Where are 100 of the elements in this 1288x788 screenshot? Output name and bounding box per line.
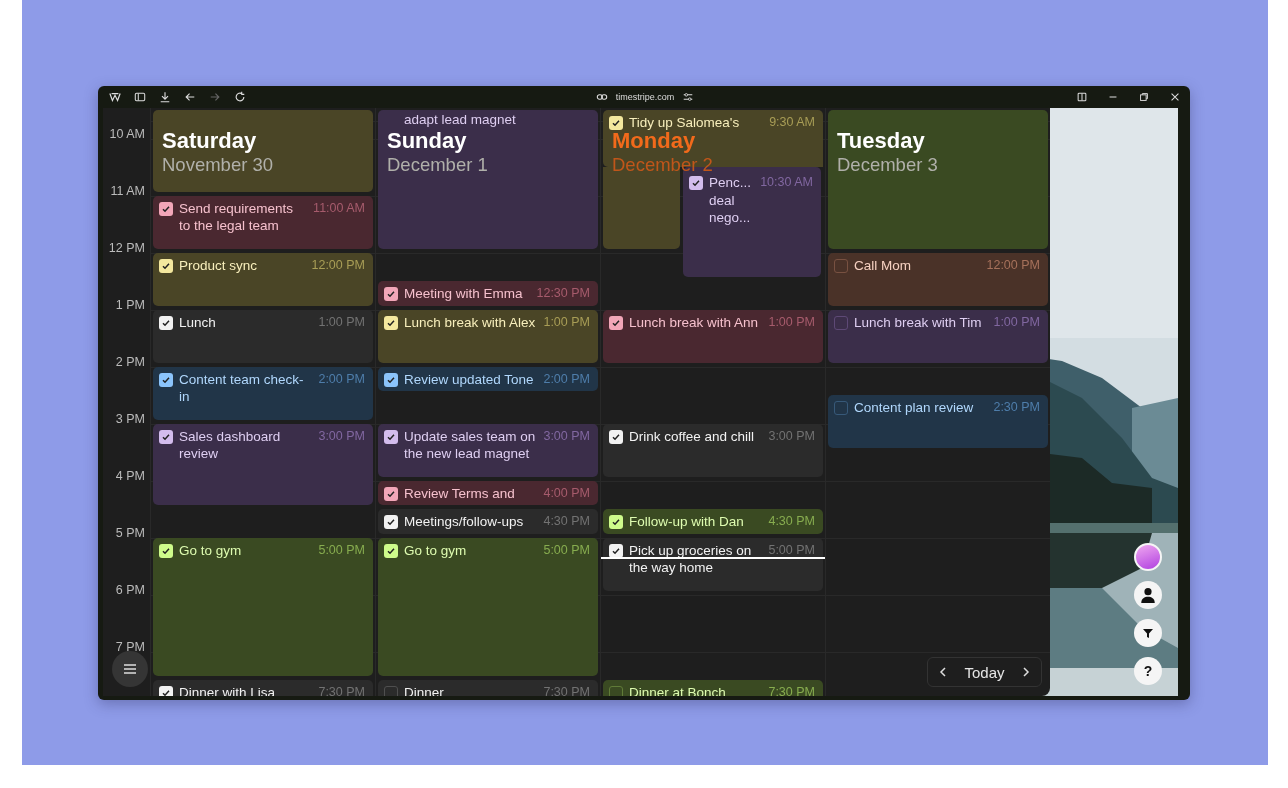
event-card[interactable]: Content plan review 2:30 PM xyxy=(828,395,1048,448)
checkbox[interactable] xyxy=(609,686,623,696)
checkmark-icon xyxy=(160,687,172,696)
url-text[interactable]: timestripe.com xyxy=(615,92,675,102)
checkbox[interactable] xyxy=(609,515,623,529)
checkbox[interactable] xyxy=(159,315,173,330)
event-card[interactable]: Product sync 12:00 PM xyxy=(153,252,373,306)
weekday-title: Tuesday xyxy=(837,128,925,154)
event-card[interactable]: Review updated Tone 2:00 PM xyxy=(378,366,598,391)
restore-icon[interactable] xyxy=(1138,91,1150,103)
event-title: Lunch break with Tim xyxy=(854,313,983,331)
hour-label: 7 PM xyxy=(114,639,146,656)
checkbox[interactable] xyxy=(384,543,398,558)
event-card[interactable] xyxy=(153,110,373,192)
filter-icon xyxy=(1142,627,1154,639)
event-card[interactable]: Update sales team on the new lead magnet 3:00 PM xyxy=(378,423,598,477)
event-card[interactable]: Lunch 1:00 PM xyxy=(153,309,373,363)
event-card[interactable]: Lunch break with Tim 1:00 PM xyxy=(828,309,1048,363)
event-title: Content plan review xyxy=(854,399,975,417)
checkbox[interactable] xyxy=(384,515,398,529)
checkbox[interactable] xyxy=(689,176,703,190)
checkbox[interactable] xyxy=(159,429,173,444)
checkbox[interactable] xyxy=(384,429,398,444)
event-time: 2:30 PM xyxy=(993,399,1040,416)
checkbox[interactable] xyxy=(159,258,173,273)
event-title: Sales dashboard review xyxy=(179,427,282,463)
checkbox[interactable] xyxy=(159,372,173,387)
checkbox[interactable] xyxy=(159,686,173,696)
today-button[interactable]: Today xyxy=(964,663,1005,681)
checkbox[interactable] xyxy=(384,315,398,330)
event-card[interactable]: Meeting with Emma 12:30 PM xyxy=(378,281,598,306)
event-card[interactable]: Lunch break with Alex 1:00 PM xyxy=(378,309,598,363)
event-card[interactable]: Drink coffee and chill 3:00 PM xyxy=(603,423,823,477)
hour-label: 4 PM xyxy=(114,468,146,485)
checkmark-icon xyxy=(610,117,622,129)
checkbox[interactable] xyxy=(834,315,848,330)
event-time: 7:30 PM xyxy=(318,684,365,696)
event-time: 12:30 PM xyxy=(536,285,590,302)
forward-icon[interactable] xyxy=(209,91,221,103)
event-title: Update sales team on the new lead magnet xyxy=(404,427,537,463)
event-time: 1:00 PM xyxy=(768,313,815,331)
checkbox[interactable] xyxy=(159,201,173,216)
event-card[interactable]: Sales dashboard review 3:00 PM xyxy=(153,423,373,505)
close-icon[interactable] xyxy=(1169,91,1181,103)
event-time: 4:00 PM xyxy=(543,484,590,502)
checkbox[interactable] xyxy=(159,543,173,558)
event-card[interactable]: Meetings/follow-ups 4:30 PM xyxy=(378,509,598,534)
event-title: Meetings/follow-ups xyxy=(404,513,525,531)
event-card[interactable]: Content team check-in 2:00 PM xyxy=(153,366,373,420)
event-card[interactable]: Send requirements to the legal team 11:00 AM xyxy=(153,195,373,249)
checkbox[interactable] xyxy=(609,116,623,130)
event-time: 4:30 PM xyxy=(768,513,815,530)
checkbox[interactable] xyxy=(384,287,398,301)
event-card[interactable]: Call Mom 12:00 PM xyxy=(828,252,1048,306)
checkbox[interactable] xyxy=(834,258,848,273)
checkbox[interactable] xyxy=(384,486,398,501)
sliders-icon[interactable] xyxy=(682,91,695,103)
hour-label: 3 PM xyxy=(114,411,146,428)
event-card[interactable]: Follow-up with Dan 4:30 PM xyxy=(603,509,823,534)
event-title: Content team check-in xyxy=(179,370,305,406)
checkbox[interactable] xyxy=(609,429,623,444)
logo-icon[interactable] xyxy=(109,91,121,103)
event-time: 7:30 PM xyxy=(543,684,590,696)
person-icon xyxy=(1139,586,1157,604)
back-icon[interactable] xyxy=(184,91,196,103)
event-time: 2:00 PM xyxy=(543,370,590,388)
event-card[interactable] xyxy=(828,110,1048,249)
event-card[interactable]: Pick up groceries on the way home 5:00 PM xyxy=(603,537,823,591)
event-time: 11:00 AM xyxy=(313,199,365,217)
event-card[interactable]: Review Terms and 4:00 PM xyxy=(378,480,598,505)
event-time: 2:00 PM xyxy=(318,370,365,388)
event-title: Call Mom xyxy=(854,256,912,274)
event-time: 3:00 PM xyxy=(768,427,815,445)
checkbox[interactable] xyxy=(609,315,623,330)
event-title: Lunch xyxy=(179,313,217,331)
reload-icon[interactable] xyxy=(234,91,246,103)
event-title: Meeting with Emma xyxy=(404,285,524,303)
checkbox[interactable] xyxy=(609,543,623,558)
link-icon[interactable] xyxy=(595,91,608,103)
event-card[interactable]: Go to gym 5:00 PM xyxy=(153,537,373,676)
checkbox[interactable] xyxy=(384,372,398,387)
hour-label: 6 PM xyxy=(114,582,146,599)
menu-button[interactable] xyxy=(112,651,148,687)
previous-icon[interactable] xyxy=(937,666,949,678)
checkbox[interactable] xyxy=(834,401,848,415)
event-title: Pick up groceries on the way home xyxy=(629,541,753,577)
event-card[interactable]: Go to gym 5:00 PM xyxy=(378,537,598,676)
next-icon[interactable] xyxy=(1020,666,1032,678)
download-icon[interactable] xyxy=(159,91,171,103)
event-card[interactable]: Lunch break with Ann 1:00 PM xyxy=(603,309,823,363)
event-time: 12:00 PM xyxy=(311,256,365,274)
event-time: 1:00 PM xyxy=(543,313,590,331)
checkmark-icon xyxy=(385,516,397,528)
split-view-icon[interactable] xyxy=(1076,91,1088,103)
sidebar-icon[interactable] xyxy=(134,91,146,103)
event-time: 1:00 PM xyxy=(993,313,1040,331)
event-title: Tidy up Salomea's xyxy=(629,114,741,132)
checkmark-icon xyxy=(610,516,622,528)
checkbox[interactable] xyxy=(384,686,398,696)
weekday-title: Saturday xyxy=(162,128,257,154)
